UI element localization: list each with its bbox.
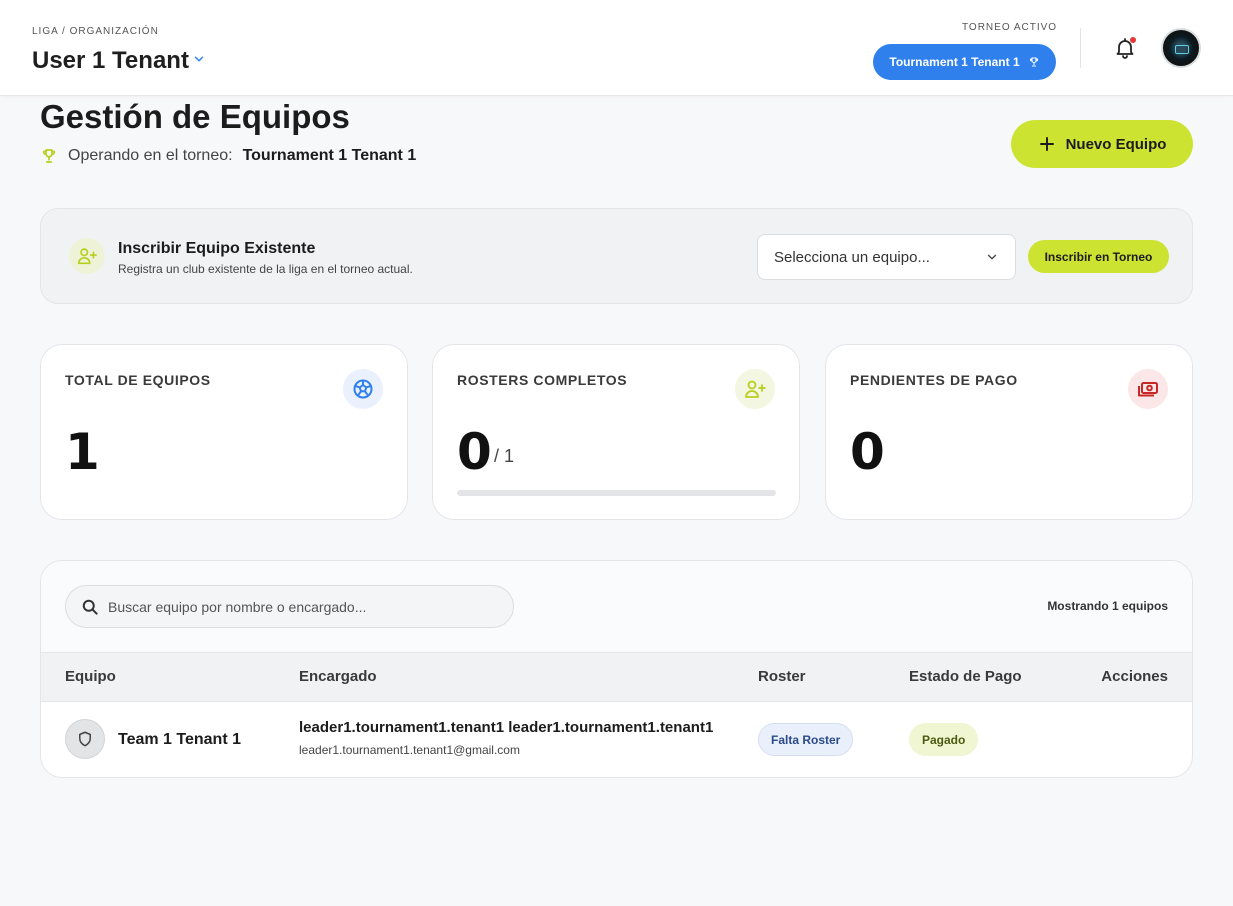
stat-label: ROSTERS COMPLETOS: [457, 372, 628, 388]
subtitle-tournament: Tournament 1 Tenant 1: [242, 147, 417, 164]
stat-value: 0: [457, 423, 492, 481]
stat-card-total-teams: TOTAL DE EQUIPOS 1: [40, 344, 408, 520]
enroll-team-card: Inscribir Equipo Existente Registra un c…: [40, 208, 1193, 304]
top-bar: LIGA / ORGANIZACIÓN User 1 Tenant TORNEO…: [0, 0, 1233, 96]
money-icon: [1128, 369, 1168, 409]
stat-card-pending-payment: PENDIENTES DE PAGO 0: [825, 344, 1193, 520]
chevron-down-icon: [987, 254, 997, 260]
subtitle-prefix: Operando en el torneo:: [68, 147, 233, 164]
shield-icon: [65, 719, 105, 759]
soccer-ball-icon: [343, 369, 383, 409]
column-header-team: Equipo: [65, 668, 116, 685]
team-select-value: Selecciona un equipo...: [774, 248, 930, 266]
stat-value: 0: [850, 423, 885, 481]
user-plus-icon: [69, 238, 105, 274]
results-count: Mostrando 1 equipos: [1047, 599, 1168, 613]
stat-label: PENDIENTES DE PAGO: [850, 372, 1018, 388]
leader-email: leader1.tournament1.tenant1@gmail.com: [299, 743, 520, 757]
payment-status-badge: Pagado: [909, 723, 979, 756]
table-toolbar: Mostrando 1 equipos: [41, 561, 1192, 652]
trophy-icon: [1029, 57, 1038, 67]
trophy-icon: [42, 149, 56, 163]
active-tournament-button[interactable]: Tournament 1 Tenant 1: [873, 44, 1056, 80]
roster-status-badge: Falta Roster: [758, 723, 854, 756]
search-icon: [82, 599, 98, 615]
column-header-actions: Acciones: [1101, 668, 1168, 685]
stat-sub: / 1: [494, 446, 515, 466]
stat-label: TOTAL DE EQUIPOS: [65, 372, 211, 388]
table-row[interactable]: Team 1 Tenant 1 leader1.tournament1.tena…: [41, 702, 1192, 777]
enroll-button[interactable]: Inscribir en Torneo: [1028, 240, 1169, 273]
active-tournament-label: Tournament 1 Tenant 1: [889, 55, 1020, 69]
teams-table-card: Mostrando 1 equipos Equipo Encargado Ros…: [40, 560, 1193, 778]
team-name: Team 1 Tenant 1: [118, 731, 241, 748]
torneo-label: TORNEO ACTIVO: [962, 22, 1058, 33]
org-selector[interactable]: User 1 Tenant: [32, 47, 189, 75]
table-header: Equipo Encargado Roster Estado de Pago A…: [41, 652, 1192, 702]
stat-value: 1: [65, 423, 100, 481]
user-plus-icon: [735, 369, 775, 409]
new-team-button[interactable]: Nuevo Equipo: [1011, 120, 1193, 168]
search-input[interactable]: [108, 598, 488, 615]
header-divider: [1080, 28, 1081, 68]
column-header-payment: Estado de Pago: [909, 668, 1022, 685]
page-subtitle: Operando en el torneo: Tournament 1 Tena…: [40, 147, 416, 165]
avatar[interactable]: [1161, 28, 1201, 68]
notification-dot: [1130, 37, 1136, 43]
roster-progress-bar: [457, 490, 776, 496]
search-box[interactable]: [65, 585, 514, 628]
chevron-down-icon[interactable]: [192, 52, 206, 66]
new-team-label: Nuevo Equipo: [1065, 135, 1167, 153]
plus-icon: [1039, 137, 1054, 151]
enroll-title: Inscribir Equipo Existente: [118, 240, 316, 257]
column-header-leader: Encargado: [299, 668, 377, 685]
org-label: LIGA / ORGANIZACIÓN: [32, 26, 159, 37]
page-title: Gestión de Equipos: [40, 98, 350, 135]
team-select[interactable]: Selecciona un equipo...: [757, 234, 1016, 280]
column-header-roster: Roster: [758, 668, 806, 685]
leader-name: leader1.tournament1.tenant1 leader1.tour…: [299, 719, 714, 736]
enroll-description: Registra un club existente de la liga en…: [118, 262, 413, 276]
stat-card-rosters: ROSTERS COMPLETOS 0 / 1: [432, 344, 800, 520]
